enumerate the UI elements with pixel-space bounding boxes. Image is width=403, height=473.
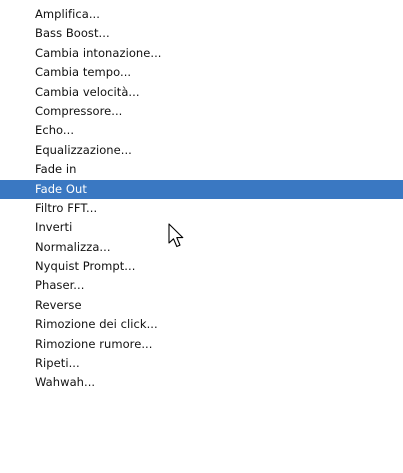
menu-item-equalizzazione[interactable]: Equalizzazione... [0,141,403,160]
menu-item-compressore[interactable]: Compressore... [0,102,403,121]
menu-item-phaser[interactable]: Phaser... [0,276,403,295]
menu-item-cambia-velocita[interactable]: Cambia velocità... [0,83,403,102]
menu-item-inverti[interactable]: Inverti [0,218,403,237]
menu-item-wahwah[interactable]: Wahwah... [0,373,403,392]
menu-item-cambia-intonazione[interactable]: Cambia intonazione... [0,44,403,63]
menu-item-rimozione-dei-click[interactable]: Rimozione dei click... [0,315,403,334]
menu-item-filtro-fft[interactable]: Filtro FFT... [0,199,403,218]
menu-item-rimozione-rumore[interactable]: Rimozione rumore... [0,335,403,354]
menu-item-amplifica[interactable]: Amplifica... [0,5,403,24]
menu-item-ripeti[interactable]: Ripeti... [0,354,403,373]
menu-item-normalizza[interactable]: Normalizza... [0,238,403,257]
menu-item-nyquist-prompt[interactable]: Nyquist Prompt... [0,257,403,276]
menu-item-fade-out[interactable]: Fade Out [0,179,403,199]
effects-menu: Amplifica... Bass Boost... Cambia intona… [0,5,403,393]
menu-item-echo[interactable]: Echo... [0,121,403,140]
menu-item-reverse[interactable]: Reverse [0,296,403,315]
menu-item-fade-in[interactable]: Fade in [0,160,403,179]
menu-item-bass-boost[interactable]: Bass Boost... [0,24,403,43]
menu-item-cambia-tempo[interactable]: Cambia tempo... [0,63,403,82]
